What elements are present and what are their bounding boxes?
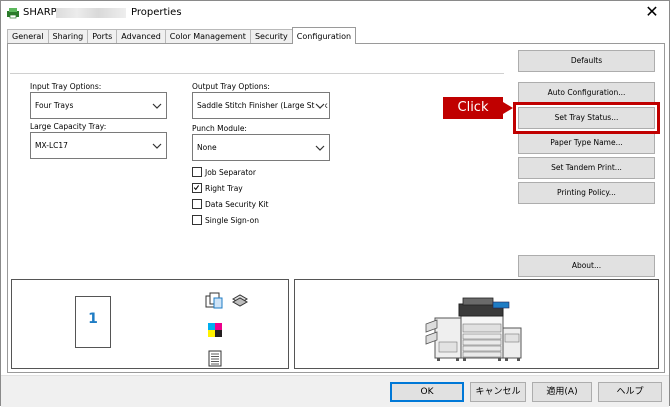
defaults-button[interactable]: Defaults bbox=[518, 50, 655, 72]
right-tray-option[interactable]: Right Tray bbox=[192, 182, 243, 194]
page-number: 1 bbox=[88, 311, 98, 327]
printer-illustration-icon bbox=[425, 297, 522, 361]
tab-security[interactable]: Security bbox=[249, 29, 293, 44]
input-tray-label: Input Tray Options: bbox=[30, 82, 102, 91]
page-preview-panel: 1 bbox=[11, 279, 289, 369]
tab-sharing[interactable]: Sharing bbox=[47, 29, 89, 44]
staple-icon bbox=[231, 294, 249, 307]
document-icon bbox=[208, 350, 222, 367]
window-title-prefix: SHARP bbox=[23, 7, 57, 18]
title-bar: SHARP Properties ✕ bbox=[1, 1, 669, 25]
window-title-suffix: Properties bbox=[131, 7, 182, 18]
blurred-printer-name bbox=[56, 8, 126, 18]
job-separator-label: Job Separator bbox=[205, 167, 256, 177]
highlight-frame bbox=[513, 102, 660, 134]
large-capacity-label: Large Capacity Tray: bbox=[30, 122, 107, 131]
checkmark-icon bbox=[193, 185, 200, 191]
single-sign-on-label: Single Sign-on bbox=[205, 215, 259, 225]
output-tray-value: Saddle Stitch Finisher (Large Stack bbox=[197, 101, 328, 110]
paper-type-name-button[interactable]: Paper Type Name... bbox=[518, 132, 655, 154]
tab-configuration[interactable]: Configuration bbox=[291, 27, 357, 44]
output-tray-select[interactable]: Saddle Stitch Finisher (Large Stack bbox=[192, 92, 330, 119]
properties-dialog: SHARP Properties ✕ General Sharing Ports… bbox=[0, 0, 670, 407]
printing-policy-button[interactable]: Printing Policy... bbox=[518, 182, 655, 204]
tab-general[interactable]: General bbox=[7, 29, 49, 44]
dialog-button-bar: OK キャンセル 適用(A) ヘルプ bbox=[1, 375, 669, 407]
apply-button[interactable]: 適用(A) bbox=[532, 382, 592, 402]
single-sign-on-option[interactable]: Single Sign-on bbox=[192, 214, 259, 226]
job-separator-checkbox[interactable] bbox=[192, 167, 202, 177]
callout-arrow bbox=[503, 102, 513, 114]
device-preview-panel bbox=[294, 279, 659, 369]
cancel-button[interactable]: キャンセル bbox=[470, 382, 526, 402]
job-separator-option[interactable]: Job Separator bbox=[192, 166, 256, 178]
tab-color-management[interactable]: Color Management bbox=[164, 29, 251, 44]
tab-advanced[interactable]: Advanced bbox=[116, 29, 166, 44]
data-security-kit-checkbox[interactable] bbox=[192, 199, 202, 209]
click-callout: Click bbox=[443, 97, 503, 119]
chevron-down-icon bbox=[315, 145, 325, 151]
output-tray-label: Output Tray Options: bbox=[192, 82, 270, 91]
about-button[interactable]: About... bbox=[518, 255, 655, 277]
punch-module-value: None bbox=[197, 143, 217, 152]
large-capacity-select[interactable]: MX-LC17 bbox=[30, 132, 167, 159]
ok-button[interactable]: OK bbox=[390, 382, 464, 402]
copies-icon bbox=[205, 292, 223, 309]
tab-bar: General Sharing Ports Advanced Color Man… bbox=[7, 27, 357, 44]
large-capacity-value: MX-LC17 bbox=[35, 141, 68, 150]
page-thumbnail: 1 bbox=[75, 296, 111, 348]
help-button[interactable]: ヘルプ bbox=[598, 382, 662, 402]
input-tray-value: Four Trays bbox=[35, 101, 74, 110]
auto-configuration-button[interactable]: Auto Configuration... bbox=[518, 82, 655, 104]
single-sign-on-checkbox[interactable] bbox=[192, 215, 202, 225]
punch-module-label: Punch Module: bbox=[192, 124, 247, 133]
tab-ports[interactable]: Ports bbox=[87, 29, 118, 44]
right-tray-label: Right Tray bbox=[205, 183, 243, 193]
data-security-kit-label: Data Security Kit bbox=[205, 199, 269, 209]
data-security-kit-option[interactable]: Data Security Kit bbox=[192, 198, 268, 210]
punch-module-select[interactable]: None bbox=[192, 134, 330, 161]
chevron-down-icon bbox=[315, 93, 325, 118]
right-tray-checkbox[interactable] bbox=[192, 183, 202, 193]
set-tandem-print-button[interactable]: Set Tandem Print... bbox=[518, 157, 655, 179]
color-mode-icon bbox=[208, 323, 222, 337]
printer-app-icon bbox=[7, 8, 19, 19]
input-tray-select[interactable]: Four Trays bbox=[30, 92, 167, 119]
chevron-down-icon bbox=[152, 143, 162, 149]
chevron-down-icon bbox=[152, 103, 162, 109]
close-icon[interactable]: ✕ bbox=[641, 2, 663, 22]
